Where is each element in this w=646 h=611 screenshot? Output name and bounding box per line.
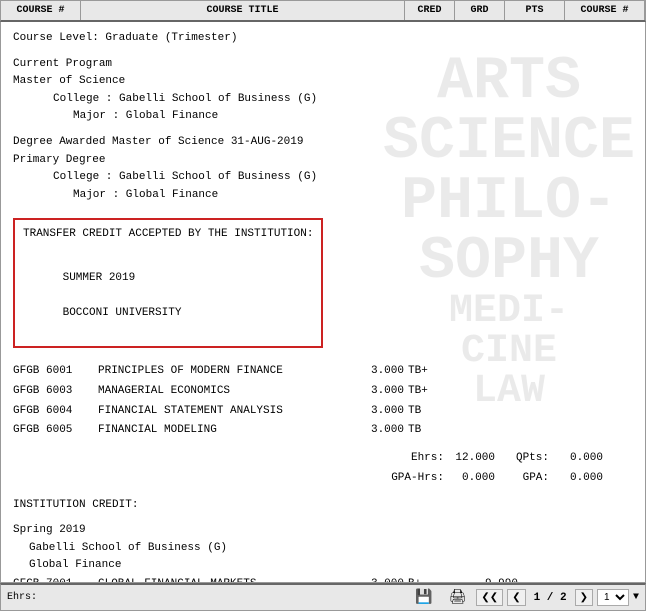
course-number: GFGB 6003 [13,382,98,402]
prev-page-button[interactable]: ❮ [507,589,525,606]
page-info: 1 / 2 [534,592,567,604]
table-row: GFGB 7001GLOBAL FINANCIAL MARKETS3.000B+… [13,575,633,583]
course-grd: TB [408,421,458,441]
transfer-term-institution: SUMMER 2019 BOCCONI UNIVERSITY [23,252,313,340]
spring-term: Spring 2019 [13,522,633,540]
next-page-button[interactable]: ❯ [575,589,593,606]
course-number: GFGB 6001 [13,362,98,382]
spring-major: Global Finance [13,557,633,575]
course-title: PRINCIPLES OF MODERN FINANCE [98,362,358,382]
footer-ehrs-label: Ehrs: [7,592,37,603]
footer-bar: Ehrs: 💾 🖨 ❮❮ ❮ 1 / 2 ❯ 1 2 ▼ [0,583,646,611]
table-row: GFGB 6005FINANCIAL MODELING3.000TB [13,421,633,441]
transfer-institution: BOCCONI UNIVERSITY [63,307,182,319]
course-cred: 3.000 [358,575,408,583]
main-content: ARTS SCIENCE PHILO- SOPHY MEDI- CINE LAW… [0,22,646,583]
course-title: FINANCIAL STATEMENT ANALYSIS [98,402,358,422]
course-title: GLOBAL FINANCIAL MARKETS [98,575,358,583]
header-course-title: COURSE TITLE [81,1,405,20]
footer-left: Ehrs: [7,592,405,603]
course-grd: B+ [408,575,458,583]
course-level: Course Level: Graduate (Trimester) [13,30,633,48]
transfer-gpa-label: GPA: [503,469,553,489]
course-cred: 3.000 [358,421,408,441]
course-number: GFGB 6004 [13,402,98,422]
transfer-ehrs-label: Ehrs: [388,449,448,469]
transfer-ehrs-val: 12.000 [448,449,503,469]
dropdown-icon: ▼ [633,592,639,603]
spring-school: Gabelli School of Business (G) [13,540,633,558]
transfer-credit-box: TRANSFER CREDIT ACCEPTED BY THE INSTITUT… [13,218,323,348]
institution-label: INSTITUTION CREDIT: [13,497,633,515]
header-pts: PTS [505,1,565,20]
transfer-summary: Ehrs: 12.000 QPts: 0.000 [13,449,633,469]
transfer-qpts-label: QPts: [503,449,553,469]
transfer-term: SUMMER 2019 [63,272,136,284]
header-grd: GRD [455,1,505,20]
print-icon[interactable]: 🖨 [445,588,471,607]
course-pts [458,421,518,441]
header-cred: CRED [405,1,455,20]
watermark: ARTS SCIENCE PHILO- SOPHY MEDI- CINE LAW [383,52,635,412]
transfer-gpa-row: GPA-Hrs: 0.000 GPA: 0.000 [13,469,633,489]
institution-courses-list: GFGB 7001GLOBAL FINANCIAL MARKETS3.000B+… [13,575,633,583]
transfer-header: TRANSFER CREDIT ACCEPTED BY THE INSTITUT… [23,226,313,244]
course-pts: 9.990 [458,575,518,583]
transfer-gpahrs-val: 0.000 [448,469,503,489]
course-title: FINANCIAL MODELING [98,421,358,441]
first-page-button[interactable]: ❮❮ [476,589,503,606]
course-number: GFGB 7001 [13,575,98,583]
course-title: MANAGERIAL ECONOMICS [98,382,358,402]
transfer-qpts-val: 0.000 [553,449,603,469]
course-number: GFGB 6005 [13,421,98,441]
header-course-num: COURSE # [1,1,81,20]
transfer-gpahrs-label: GPA-Hrs: [388,469,448,489]
header-course-num-2: COURSE # [565,1,645,20]
transfer-gpa-val: 0.000 [553,469,603,489]
table-header: COURSE # COURSE TITLE CRED GRD PTS COURS… [0,0,646,22]
page-select[interactable]: 1 2 [597,589,629,606]
footer-navigation[interactable]: ❮❮ ❮ 1 / 2 ❯ 1 2 ▼ [476,589,639,606]
footer-icons[interactable]: 💾 🖨 [411,588,470,607]
save-icon[interactable]: 💾 [411,588,436,607]
